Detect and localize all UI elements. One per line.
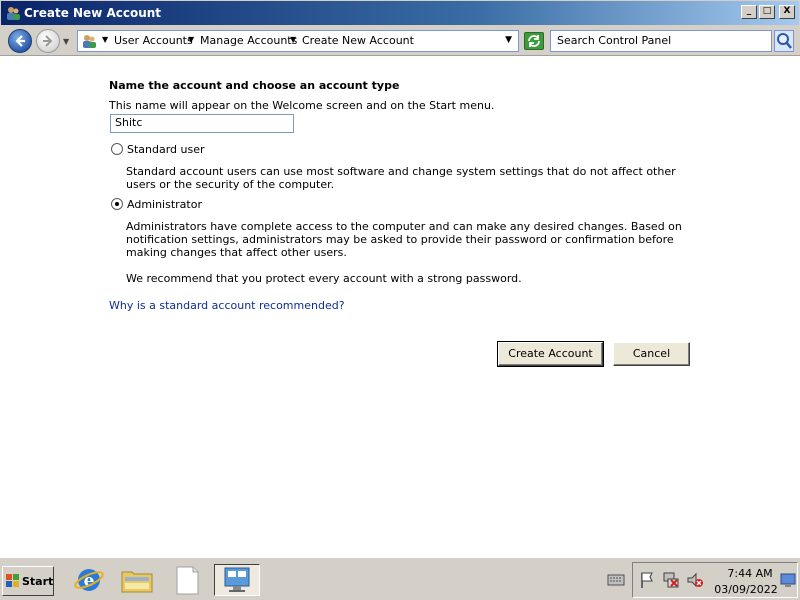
page-heading: Name the account and choose an account t… — [109, 79, 400, 92]
standard-account-help-link[interactable]: Why is a standard account recommended? — [109, 299, 345, 312]
flag-icon[interactable] — [639, 571, 655, 589]
administrator-description: Administrators have complete access to t… — [126, 220, 682, 259]
windows-logo-icon — [6, 574, 19, 587]
breadcrumb-user-accounts[interactable]: User Accounts — [114, 34, 193, 47]
back-arrow-icon — [15, 35, 25, 47]
control-panel-icon — [83, 35, 96, 48]
maximize-button[interactable]: □ — [759, 5, 775, 19]
breadcrumb-arrow-icon[interactable]: ▼ — [290, 35, 296, 44]
keyboard-icon[interactable] — [607, 573, 625, 587]
internet-explorer-icon[interactable]: e — [72, 564, 106, 596]
minimize-button[interactable]: _ — [741, 5, 757, 19]
start-button[interactable]: Start — [2, 566, 54, 596]
show-desktop-icon[interactable] — [780, 572, 796, 588]
clock-date[interactable]: 03/09/2022 — [712, 583, 780, 596]
breadcrumb-arrow-icon[interactable]: ▼ — [188, 35, 194, 44]
back-button[interactable] — [8, 29, 32, 53]
forward-button[interactable] — [36, 29, 60, 53]
account-name-input[interactable]: Shitc — [110, 114, 294, 133]
standard-user-label[interactable]: Standard user — [127, 143, 205, 156]
clock-time[interactable]: 7:44 AM — [720, 567, 780, 580]
administrator-radio[interactable] — [111, 198, 123, 210]
network-icon[interactable] — [662, 571, 680, 589]
name-hint: This name will appear on the Welcome scr… — [109, 99, 495, 112]
search-icon — [777, 33, 792, 49]
recent-pages-dropdown-icon[interactable]: ▼ — [63, 37, 69, 46]
close-button[interactable]: X — [779, 5, 795, 19]
address-box[interactable]: ▼ User Accounts ▼ Manage Accounts ▼ Crea… — [77, 30, 519, 52]
create-account-button[interactable]: Create Account — [497, 341, 604, 367]
control-panel-icon[interactable] — [214, 564, 260, 596]
refresh-button[interactable] — [524, 32, 544, 50]
standard-user-description: Standard account users can use most soft… — [126, 165, 676, 191]
breadcrumb-arrow-icon[interactable]: ▼ — [102, 35, 108, 44]
blank-document-icon[interactable] — [170, 564, 204, 596]
address-dropdown-icon[interactable]: ▼ — [505, 35, 512, 45]
standard-user-radio[interactable] — [111, 143, 123, 155]
main-content: Name the account and choose an account t… — [0, 57, 800, 551]
password-recommendation: We recommend that you protect every acco… — [126, 272, 522, 285]
title-bar: Create New Account _ □ X — [0, 0, 800, 26]
cancel-button[interactable]: Cancel — [613, 342, 690, 366]
user-accounts-icon — [7, 7, 20, 20]
volume-muted-icon[interactable] — [686, 571, 704, 589]
start-label: Start — [22, 575, 54, 588]
refresh-icon — [528, 35, 540, 47]
file-explorer-icon[interactable] — [120, 564, 154, 596]
administrator-label[interactable]: Administrator — [127, 198, 202, 211]
search-button[interactable] — [774, 30, 794, 52]
address-toolbar: ▼ ▼ User Accounts ▼ Manage Accounts ▼ Cr… — [0, 26, 800, 56]
forward-arrow-icon — [43, 35, 53, 47]
window-title: Create New Account — [24, 6, 162, 20]
taskbar: Start e 7:44 AM 03/09/2022 — [0, 556, 800, 600]
breadcrumb-create-new-account[interactable]: Create New Account — [302, 34, 414, 47]
breadcrumb-manage-accounts[interactable]: Manage Accounts — [200, 34, 297, 47]
search-input[interactable]: Search Control Panel — [550, 30, 772, 52]
